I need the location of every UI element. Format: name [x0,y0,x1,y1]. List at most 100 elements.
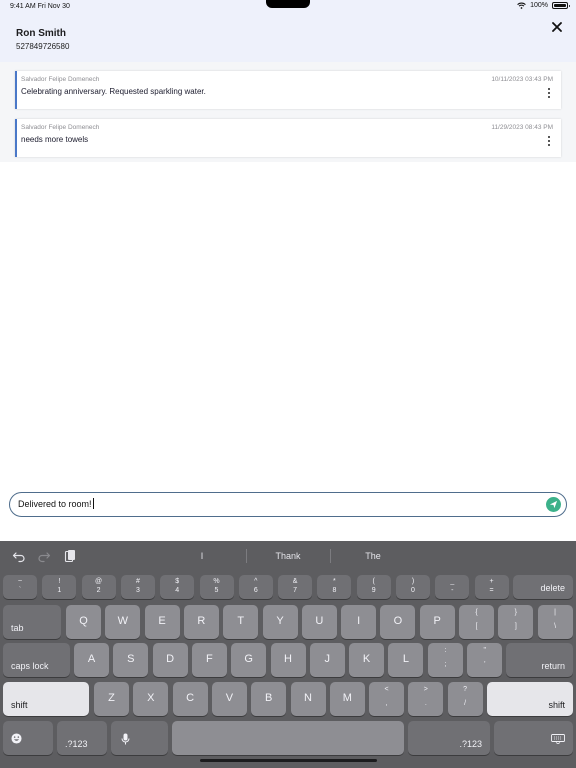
emoji-key[interactable] [3,721,53,755]
key-10-number[interactable]: ) 0 [396,575,430,599]
wifi-icon [517,2,526,9]
note-author: Salvador Felipe Domenech [21,76,100,83]
text-caret [92,498,94,509]
key-h[interactable]: H [270,643,306,677]
close-button[interactable] [548,18,566,36]
key-label: X [147,692,155,704]
key-e[interactable]: E [144,605,180,639]
key-label: ' [484,660,486,668]
note-card: Salvador Felipe Domenech 10/11/2023 03:4… [15,71,561,109]
key-d[interactable]: D [152,643,188,677]
key-m[interactable]: M [329,682,365,716]
key-shift-label: $ [175,577,180,585]
key-symbol[interactable]: >. [408,682,444,716]
key-symbol[interactable]: :; [428,643,463,677]
key-s[interactable]: S [113,643,149,677]
key-label: tab [11,623,24,633]
paste-icon[interactable] [63,549,77,563]
key-0-number[interactable]: ~ ` [3,575,37,599]
key-symbol[interactable]: }] [498,605,534,639]
key-i[interactable]: I [341,605,377,639]
key-7-number[interactable]: & 7 [278,575,313,599]
key-shift-label: ( [372,577,375,585]
key-symbol[interactable]: " ' [467,643,503,677]
undo-icon[interactable] [12,549,26,563]
key-o[interactable]: O [380,605,416,639]
tab-key[interactable]: tab [3,605,61,639]
key-6-number[interactable]: ^ 6 [238,575,273,599]
shift-left-key[interactable]: shift [3,682,89,716]
key-symbol[interactable]: <, [369,682,404,716]
key-l[interactable]: L [388,643,424,677]
note-input-value: Delivered to room! [18,498,94,509]
suggestion-3[interactable]: The [333,551,413,561]
key-label: 2 [96,587,101,595]
key-label: U [315,615,324,627]
key-11-number[interactable]: _ - [435,575,470,599]
numbers-left-key[interactable]: .?123 [57,721,107,755]
key-shift-label: % [213,577,220,585]
key-symbol[interactable]: | \ [537,605,573,639]
space-bar[interactable] [172,721,404,755]
key-j[interactable]: J [309,643,345,677]
key-g[interactable]: G [231,643,267,677]
key-w[interactable]: W [105,605,141,639]
key-label: 4 [175,587,180,595]
shift-right-key[interactable]: shift [487,682,573,716]
key-b[interactable]: B [251,682,287,716]
key-k[interactable]: K [349,643,385,677]
note-input-field[interactable]: Delivered to room! [9,492,567,517]
numbers-right-key[interactable]: .?123 [408,721,490,755]
key-label: R [197,615,206,627]
key-y[interactable]: Y [262,605,298,639]
key-v[interactable]: V [211,682,247,716]
return-key[interactable]: return [506,643,573,677]
key-12-number[interactable]: + = [474,575,509,599]
key-z[interactable]: Z [94,682,129,716]
key-9-number[interactable]: (9 [356,575,391,599]
key-label: [ [475,622,478,630]
redo-icon[interactable] [37,549,51,563]
key-t[interactable]: T [223,605,259,639]
note-text: needs more towels [21,135,89,144]
content-area [0,162,576,485]
send-button[interactable] [546,497,561,512]
suggestion-2[interactable]: Thank [248,551,328,561]
key-u[interactable]: U [301,605,337,639]
key-a[interactable]: A [74,643,109,677]
key-symbol[interactable]: ? / [447,682,483,716]
key-label: return [541,661,565,671]
key-label: ] [514,622,517,630]
key-c[interactable]: C [172,682,208,716]
key-n[interactable]: N [290,682,326,716]
key-symbol[interactable]: {[ [459,605,494,639]
key-shift-label: > [423,686,428,694]
key-5-number[interactable]: % 5 [199,575,234,599]
key-f[interactable]: F [191,643,227,677]
key-shift-label: @ [95,577,103,585]
key-label: . [424,699,427,707]
key-label: G [244,653,253,665]
key-shift-label: | [554,609,556,617]
dismiss-keyboard-key[interactable] [494,721,573,755]
key-1-number[interactable]: ! 1 [42,575,77,599]
key-p[interactable]: P [419,605,455,639]
key-label: 6 [253,587,258,595]
key-2-number[interactable]: @2 [81,575,116,599]
key-shift-label: { [475,609,478,617]
key-4-number[interactable]: $4 [160,575,195,599]
key-label: delete [540,583,565,593]
note-more-button[interactable] [545,87,553,99]
note-more-button[interactable] [545,135,553,147]
key-3-number[interactable]: #3 [120,575,155,599]
status-time: 9:41 AM Fri Nov 30 [10,3,70,10]
delete-key[interactable]: delete [513,575,573,599]
key-8-number[interactable]: * 8 [317,575,352,599]
suggestion-1[interactable]: I [162,551,242,561]
caps-lock-key[interactable]: caps lock [3,643,70,677]
dictation-key[interactable] [111,721,168,755]
key-r[interactable]: R [183,605,219,639]
key-q[interactable]: Q [66,605,101,639]
key-x[interactable]: X [133,682,169,716]
key-label: Y [276,615,284,627]
